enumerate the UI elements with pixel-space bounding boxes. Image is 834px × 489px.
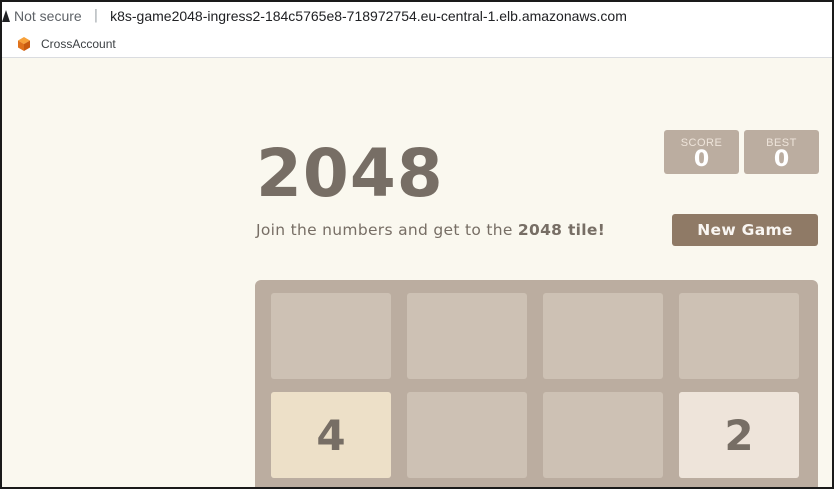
new-game-button[interactable]: New Game (672, 214, 818, 246)
game-title: 2048 (256, 135, 444, 212)
grid-cell (543, 293, 663, 379)
address-bar[interactable]: Not secure | k8s-game2048-ingress2-184c5… (0, 0, 834, 31)
grid-cell (679, 293, 799, 379)
tile-2: 2 (679, 392, 799, 478)
bookmark-label: CrossAccount (41, 37, 116, 51)
grid-cell (407, 392, 527, 478)
address-separator: | (93, 8, 99, 23)
game-intro: Join the numbers and get to the 2048 til… (256, 221, 605, 239)
intro-text: Join the numbers and get to the (256, 221, 518, 239)
game-board[interactable]: 42 (255, 280, 818, 489)
grid-cell (271, 293, 391, 379)
url-text[interactable]: k8s-game2048-ingress2-184c5765e8-7189727… (110, 8, 627, 24)
best-box: BEST 0 (744, 130, 819, 174)
bookmark-crossaccount[interactable]: CrossAccount (16, 36, 116, 52)
best-value: 0 (773, 147, 790, 172)
tile-4: 4 (271, 392, 391, 478)
grid-cell (407, 293, 527, 379)
bookmarks-bar: CrossAccount (0, 31, 834, 58)
score-box: SCORE 0 (664, 130, 739, 174)
warning-icon (2, 9, 12, 23)
intro-highlight: 2048 tile! (517, 221, 606, 239)
aws-cube-icon (16, 36, 32, 52)
grid-cell (543, 392, 663, 478)
score-value: 0 (693, 147, 710, 172)
not-secure-label[interactable]: Not secure (14, 8, 82, 24)
